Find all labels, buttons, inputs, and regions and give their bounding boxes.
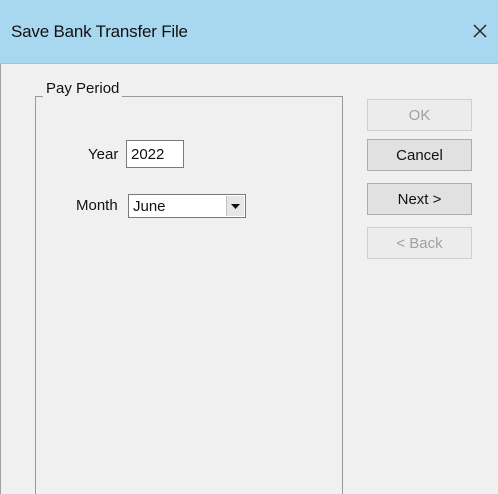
- month-selected-value: June: [133, 198, 166, 215]
- close-icon: [472, 23, 488, 39]
- next-button-label: Next >: [397, 190, 442, 208]
- window-left-border: [0, 64, 10, 494]
- year-label: Year: [88, 146, 119, 163]
- close-button[interactable]: [466, 16, 494, 46]
- chevron-down-icon: [231, 197, 240, 215]
- next-button[interactable]: Next >: [367, 183, 472, 215]
- window-title: Save Bank Transfer File: [11, 22, 188, 41]
- year-input[interactable]: [126, 140, 184, 168]
- back-button[interactable]: < Back: [367, 227, 472, 259]
- title-bar: Save Bank Transfer File: [0, 0, 498, 64]
- back-button-label: < Back: [396, 234, 443, 252]
- month-dropdown[interactable]: June: [128, 194, 246, 218]
- month-dropdown-button[interactable]: [226, 196, 244, 216]
- dialog-window: Save Bank Transfer File Pay Period Year …: [0, 0, 498, 494]
- ok-button-label: OK: [408, 106, 431, 124]
- cancel-button[interactable]: Cancel: [367, 139, 472, 171]
- pay-period-groupbox: [35, 96, 343, 494]
- cancel-button-label: Cancel: [396, 146, 443, 164]
- month-label: Month: [76, 197, 118, 214]
- ok-button[interactable]: OK: [367, 99, 472, 131]
- pay-period-group-label: Pay Period: [43, 80, 123, 97]
